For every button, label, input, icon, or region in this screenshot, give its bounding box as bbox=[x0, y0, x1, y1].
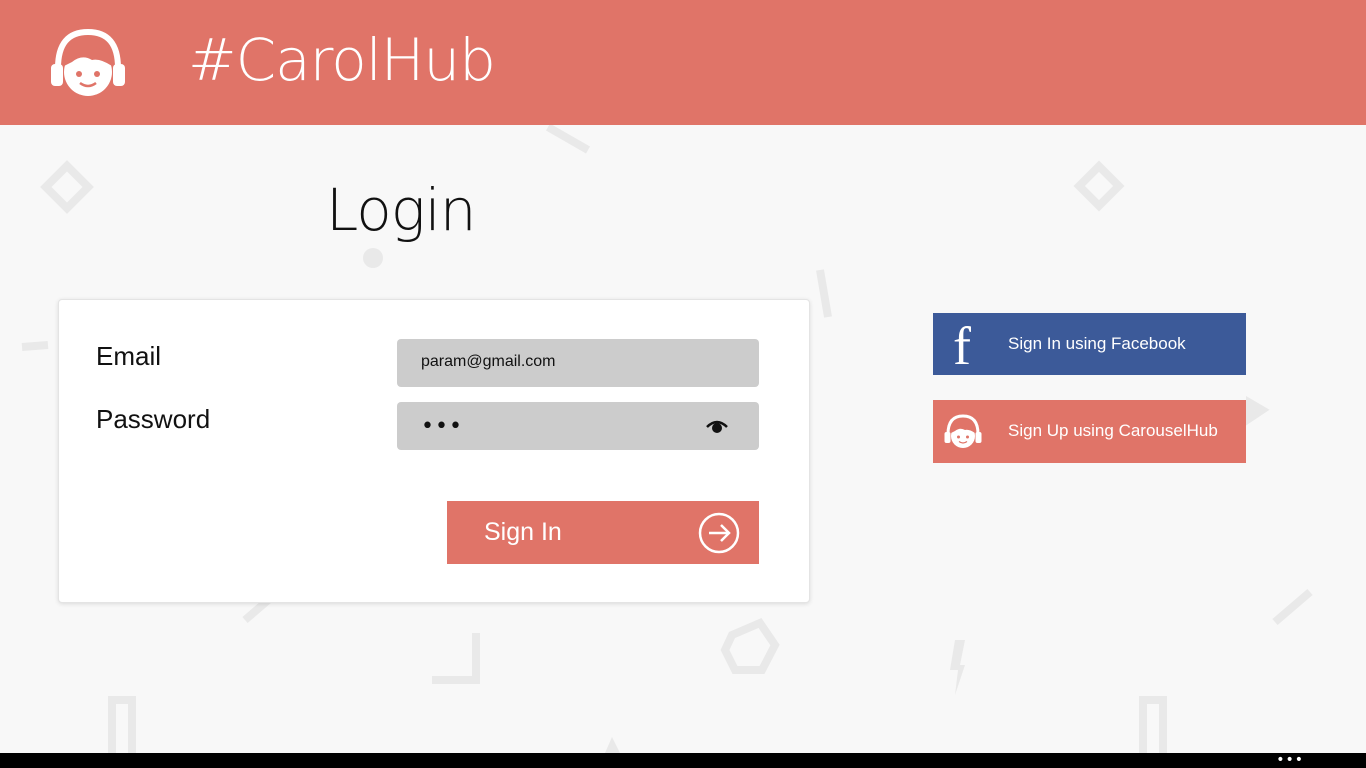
login-heading: Login bbox=[326, 176, 476, 244]
app-header: #CarolHub bbox=[0, 0, 1366, 125]
more-options-icon[interactable]: ••• bbox=[1276, 753, 1304, 767]
email-field[interactable]: param@gmail.com bbox=[397, 339, 759, 387]
carouselhub-sign-up-label: Sign Up using CarouselHub bbox=[1008, 421, 1218, 440]
app-title: #CarolHub bbox=[188, 26, 496, 94]
carolhub-logo-icon bbox=[944, 414, 982, 448]
carolhub-logo-icon bbox=[51, 28, 125, 96]
facebook-sign-in-label: Sign In using Facebook bbox=[1008, 334, 1186, 353]
password-label: Password bbox=[96, 404, 211, 434]
email-label: Email bbox=[96, 341, 162, 371]
password-field[interactable]: ••• bbox=[397, 402, 759, 450]
facebook-icon: f bbox=[953, 316, 971, 376]
sign-in-button[interactable]: Sign In bbox=[447, 501, 759, 564]
arrow-right-circle-icon bbox=[698, 512, 740, 554]
facebook-sign-in-button[interactable]: f Sign In using Facebook bbox=[933, 313, 1246, 375]
carouselhub-sign-up-button[interactable]: Sign Up using CarouselHub bbox=[933, 400, 1246, 463]
app-bar: ••• bbox=[0, 753, 1366, 768]
login-card: Email param@gmail.com Password ••• Sign … bbox=[58, 299, 810, 603]
password-value: ••• bbox=[421, 414, 463, 439]
email-value: param@gmail.com bbox=[421, 353, 556, 370]
eye-icon[interactable] bbox=[705, 418, 729, 434]
sign-in-label: Sign In bbox=[484, 518, 562, 546]
